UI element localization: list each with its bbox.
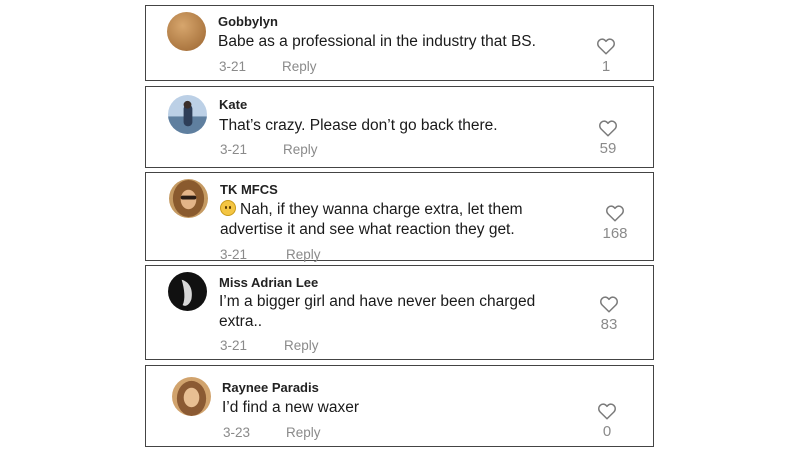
like-button[interactable]: 83: [589, 295, 629, 333]
comment-text-line: extra..: [219, 313, 263, 330]
comment-card: Raynee Paradis I’d find a new waxer 3-23…: [145, 365, 654, 447]
comment-date: 3-21: [220, 142, 248, 157]
user-avatar[interactable]: [168, 272, 207, 311]
comment-date: 3-21: [220, 338, 248, 353]
user-avatar[interactable]: [169, 179, 208, 218]
comment-text: I’d find a new waxer: [222, 398, 359, 418]
comment-text-line: advertise it and see what reaction they …: [220, 221, 515, 238]
comment-text-line: That’s crazy. Please don’t go back there…: [219, 117, 498, 134]
reply-button[interactable]: Reply: [284, 338, 319, 353]
like-count: 0: [602, 423, 612, 440]
comment-card: Miss Adrian Lee I’m a bigger girl and ha…: [145, 265, 654, 360]
like-count: 168: [602, 225, 628, 242]
comment-text-line-part: Nah, if they wanna charge extra, let the…: [240, 201, 523, 218]
comment-text: Babe as a professional in the industry t…: [218, 32, 536, 52]
hand-over-mouth-emoji-icon: [220, 200, 236, 216]
reply-button[interactable]: Reply: [286, 247, 321, 262]
comment-author[interactable]: TK MFCS: [220, 182, 278, 197]
comment-date: 3-21: [220, 247, 248, 262]
user-avatar[interactable]: [167, 12, 206, 51]
reply-button[interactable]: Reply: [282, 59, 317, 74]
comment-card: Kate That’s crazy. Please don’t go back …: [145, 86, 654, 168]
like-button[interactable]: 168: [595, 204, 635, 242]
comment-card: Gobbylyn Babe as a professional in the i…: [145, 5, 654, 81]
heart-icon: [597, 38, 615, 55]
comment-text: I’m a bigger girl and have never been ch…: [219, 292, 535, 332]
comment-text-line: I’d find a new waxer: [222, 399, 359, 416]
like-button[interactable]: 1: [586, 37, 626, 75]
comment-text: Nah, if they wanna charge extra, let the…: [220, 200, 523, 240]
comment-text-line: Babe as a professional in the industry t…: [218, 33, 536, 50]
like-button[interactable]: 0: [587, 402, 627, 440]
comment-author[interactable]: Gobbylyn: [218, 14, 278, 29]
heart-icon: [598, 403, 616, 420]
comment-text-line: Nah, if they wanna charge extra, let the…: [220, 200, 523, 220]
reply-button[interactable]: Reply: [286, 425, 321, 440]
comment-text: That’s crazy. Please don’t go back there…: [219, 116, 498, 136]
like-button[interactable]: 59: [588, 119, 628, 157]
comment-card: TK MFCS Nah, if they wanna charge extra,…: [145, 172, 654, 262]
comment-date: 3-21: [219, 59, 247, 74]
comment-author[interactable]: Miss Adrian Lee: [219, 275, 318, 290]
like-count: 59: [599, 140, 617, 157]
comment-author[interactable]: Raynee Paradis: [222, 380, 319, 395]
heart-icon: [599, 120, 617, 137]
heart-icon: [606, 205, 624, 222]
user-avatar[interactable]: [168, 95, 207, 134]
comment-text-line: I’m a bigger girl and have never been ch…: [219, 293, 536, 310]
like-count: 83: [600, 316, 618, 333]
user-avatar[interactable]: [172, 377, 211, 416]
heart-icon: [600, 296, 618, 313]
reply-button[interactable]: Reply: [283, 142, 318, 157]
comment-date: 3-23: [223, 425, 251, 440]
like-count: 1: [601, 58, 611, 75]
comment-author[interactable]: Kate: [219, 97, 247, 112]
